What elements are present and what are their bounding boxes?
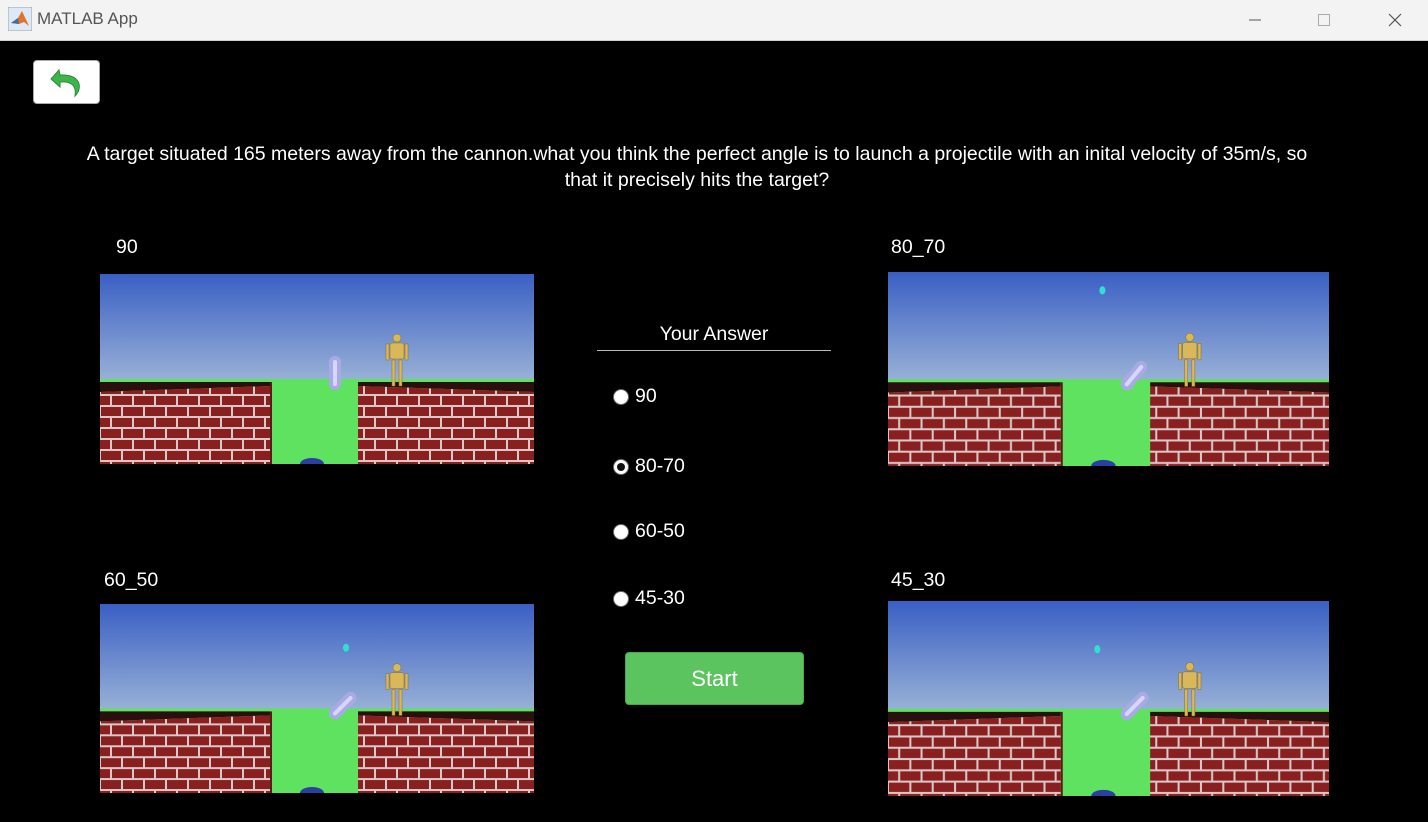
- option-label: 45-30: [635, 587, 685, 609]
- radio-selected-dot: [617, 462, 625, 471]
- option-80-70[interactable]: 80-70: [613, 455, 685, 478]
- matlab-logo-icon: [8, 7, 32, 31]
- scene-label-80-70: 80_70: [891, 236, 946, 258]
- scene-label-60-50: 60_50: [104, 569, 159, 591]
- right-wall-front: [358, 386, 534, 464]
- radio-button[interactable]: [613, 590, 629, 607]
- answer-panel-divider: [597, 350, 831, 351]
- right-wall-front: [358, 715, 534, 793]
- start-button[interactable]: Start: [625, 652, 804, 705]
- option-label: 80-70: [635, 455, 685, 477]
- option-label: 90: [635, 385, 657, 407]
- back-button[interactable]: [33, 60, 100, 104]
- scene-label-90: 90: [116, 236, 138, 258]
- option-90[interactable]: 90: [613, 385, 657, 408]
- maximize-icon: [1318, 14, 1330, 26]
- radio-button[interactable]: [613, 388, 629, 405]
- left-wall-front: [100, 386, 270, 464]
- app-content: A target situated 165 meters away from t…: [0, 41, 1428, 822]
- option-60-50[interactable]: 60-50: [613, 520, 685, 543]
- left-wall-front: [100, 715, 270, 793]
- projectile: [1094, 645, 1101, 654]
- left-wall-front: [888, 386, 1061, 466]
- projectile: [343, 643, 349, 652]
- radio-button[interactable]: [613, 458, 629, 475]
- close-button[interactable]: [1372, 0, 1418, 40]
- scene-image-60-50: [100, 604, 534, 793]
- title-bar: MATLAB App: [0, 0, 1428, 41]
- window-title: MATLAB App: [37, 9, 138, 28]
- close-icon: [1388, 13, 1402, 27]
- option-45-30[interactable]: 45-30: [613, 587, 685, 610]
- maximize-button[interactable]: [1301, 0, 1347, 40]
- radio-button[interactable]: [613, 523, 629, 540]
- scene-image-80-70: [888, 272, 1329, 466]
- projectile: [1099, 286, 1106, 295]
- scene-label-45-30: 45_30: [891, 569, 946, 591]
- answer-panel-title: Your Answer: [659, 323, 769, 345]
- undo-arrow-icon: [49, 68, 80, 98]
- left-wall-front: [888, 715, 1061, 796]
- option-label: 60-50: [635, 520, 685, 542]
- question-text: A target situated 165 meters away from t…: [86, 143, 1308, 191]
- scene-image-90: [100, 274, 534, 464]
- scene-image-45-30: [888, 601, 1329, 796]
- right-wall-front: [1150, 386, 1329, 466]
- minimize-icon: [1249, 19, 1261, 21]
- right-wall-front: [1150, 715, 1329, 796]
- minimize-button[interactable]: [1232, 0, 1278, 40]
